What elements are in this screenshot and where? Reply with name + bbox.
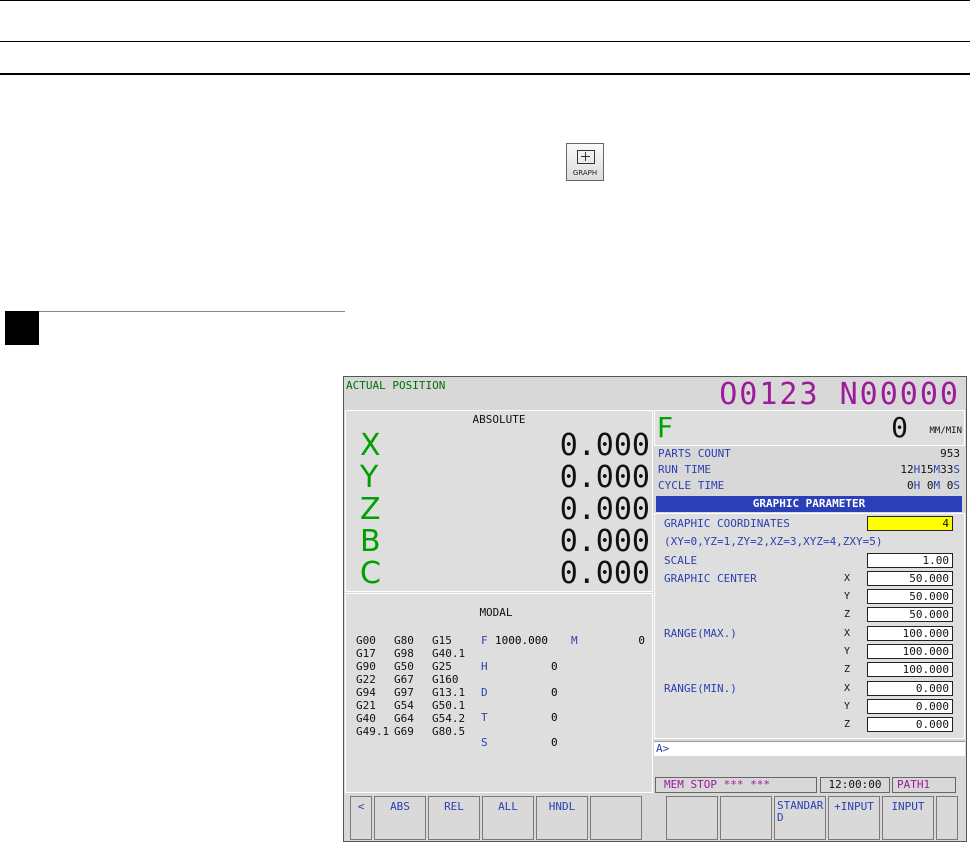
- center-label: GRAPHIC CENTER: [664, 572, 757, 585]
- status-mode: MEM STOP *** ***: [655, 777, 817, 793]
- modal-row: G49.1 G69 G80.5: [356, 725, 466, 738]
- axis-row-b: B 0.000: [360, 524, 650, 559]
- modal-row: G94 G97 G13.1: [356, 686, 466, 699]
- range-max-x-axis: X: [844, 628, 851, 639]
- range-max-y-input[interactable]: 100.000: [867, 644, 953, 659]
- center-x-input[interactable]: 50.000: [867, 571, 953, 586]
- run-time-row: RUN TIME 12H15M33S: [658, 463, 960, 476]
- feed-unit: MM/MIN: [929, 426, 962, 436]
- range-min-z-axis: Z: [844, 719, 851, 730]
- softkey-rel[interactable]: REL: [428, 796, 480, 840]
- section-rule: [39, 311, 345, 312]
- status-clock: 12:00:00: [820, 777, 890, 793]
- coord-hint: (XY=0,YZ=1,ZY=2,XZ=3,XYZ=4,ZXY=5): [664, 535, 883, 548]
- range-max-z-input[interactable]: 100.000: [867, 662, 953, 677]
- modal-row: G40 G64 G54.2: [356, 712, 466, 725]
- center-x-axis: X: [844, 573, 851, 584]
- modal-row: G90 G50 G25: [356, 660, 452, 673]
- run-time-value: 12H15M33S: [900, 463, 960, 476]
- softkey-standard[interactable]: STANDARD: [774, 796, 826, 840]
- range-min-y-axis: Y: [844, 701, 851, 712]
- cycle-time-row: CYCLE TIME 0H 0M 0S: [658, 479, 960, 492]
- modal-row: G21 G54 G50.1: [356, 699, 466, 712]
- axis-label: X: [360, 428, 381, 463]
- parts-count-value: 953: [940, 447, 960, 460]
- key-input-buffer[interactable]: A>: [654, 741, 965, 756]
- feed-panel: F 0 MM/MIN: [654, 410, 965, 446]
- top-rule: [0, 0, 970, 1]
- modal-heading: MODAL: [479, 606, 513, 619]
- scale-input[interactable]: 1.00: [867, 553, 953, 568]
- softkey-blank-3[interactable]: [720, 796, 772, 840]
- axis-row-z: Z 0.000: [360, 492, 650, 527]
- range-min-x-axis: X: [844, 683, 851, 694]
- center-y-axis: Y: [844, 591, 851, 602]
- modal-gcode-table: G00 G80 G15 G17 G98 G40.1 G90 G50 G25 G22 G67 G1…: [356, 634, 476, 738]
- axis-row-x: X 0.000: [360, 428, 650, 463]
- softkey-hndl[interactable]: HNDL: [536, 796, 588, 840]
- range-min-x-input[interactable]: 0.000: [867, 681, 953, 696]
- modal-row: G00 G80 G15: [356, 634, 452, 647]
- axis-label: Y: [360, 460, 379, 495]
- range-min-y-input[interactable]: 0.000: [867, 699, 953, 714]
- softkey-next[interactable]: [936, 796, 958, 840]
- modal-h-row: H 0: [481, 660, 558, 673]
- status-path: PATH1: [892, 777, 956, 793]
- center-z-input[interactable]: 50.000: [867, 607, 953, 622]
- axis-value: 0.000: [559, 460, 650, 495]
- range-max-z-axis: Z: [844, 664, 851, 675]
- axis-row-y: Y 0.000: [360, 460, 650, 495]
- coord-input[interactable]: 4: [867, 516, 953, 531]
- header-rule: [0, 41, 970, 42]
- axis-value: 0.000: [559, 524, 650, 559]
- softkey-blank-2[interactable]: [666, 796, 718, 840]
- softkey-blank-1[interactable]: [590, 796, 642, 840]
- axis-label: B: [360, 524, 381, 559]
- scale-label: SCALE: [664, 554, 698, 567]
- modal-s-row: S 0: [481, 736, 558, 749]
- graphic-parameter-title: GRAPHIC PARAMETER: [656, 496, 962, 512]
- header-rule-bold: [0, 73, 970, 75]
- softkey-prev[interactable]: <: [350, 796, 372, 840]
- absolute-panel: ABSOLUTE X 0.000 Y 0.000 Z 0.000 B 0.000…: [345, 410, 653, 592]
- softkey-all[interactable]: ALL: [482, 796, 534, 840]
- range-max-label: RANGE(MAX.): [664, 627, 737, 640]
- modal-d-row: D 0: [481, 686, 558, 699]
- modal-f-row: F 1000.000 M 0: [481, 634, 645, 647]
- modal-row: G17 G98 G40.1: [356, 647, 466, 660]
- modal-row: G22 G67 G160: [356, 673, 459, 686]
- parts-count-row: PARTS COUNT 953: [658, 447, 960, 460]
- axis-label: Z: [360, 492, 381, 527]
- coord-label: GRAPHIC COORDINATES: [664, 517, 790, 530]
- center-y-input[interactable]: 50.000: [867, 589, 953, 604]
- modal-panel: MODAL G00 G80 G15 G17 G98 G40.1 G90 G50 G25 G2…: [345, 593, 653, 793]
- axis-row-c: C 0.000: [360, 556, 650, 591]
- program-number: O0123 N00000: [719, 377, 960, 412]
- axis-value: 0.000: [559, 556, 650, 591]
- section-marker: [5, 311, 39, 345]
- cycle-time-value: 0H 0M 0S: [907, 479, 960, 492]
- cnc-screen: ACTUAL POSITION O0123 N00000 ABSOLUTE X …: [343, 376, 967, 842]
- range-max-x-input[interactable]: 100.000: [867, 626, 953, 641]
- graph-icon: [577, 150, 595, 164]
- axis-value: 0.000: [559, 428, 650, 463]
- graph-function-key[interactable]: GRAPH: [566, 143, 604, 181]
- range-min-label: RANGE(MIN.): [664, 682, 737, 695]
- range-max-y-axis: Y: [844, 646, 851, 657]
- modal-t-row: T 0: [481, 711, 558, 724]
- feed-label: F: [657, 411, 674, 444]
- graph-key-label: GRAPH: [572, 169, 598, 177]
- axis-value: 0.000: [559, 492, 650, 527]
- screen-title: ACTUAL POSITION: [346, 379, 446, 392]
- softkey-plus-input[interactable]: +INPUT: [828, 796, 880, 840]
- softkey-input[interactable]: INPUT: [882, 796, 934, 840]
- axis-label: C: [360, 556, 381, 591]
- absolute-heading: ABSOLUTE: [472, 413, 526, 426]
- feed-value: 0: [891, 411, 908, 444]
- range-min-z-input[interactable]: 0.000: [867, 717, 953, 732]
- center-z-axis: Z: [844, 609, 851, 620]
- softkey-abs[interactable]: ABS: [374, 796, 426, 840]
